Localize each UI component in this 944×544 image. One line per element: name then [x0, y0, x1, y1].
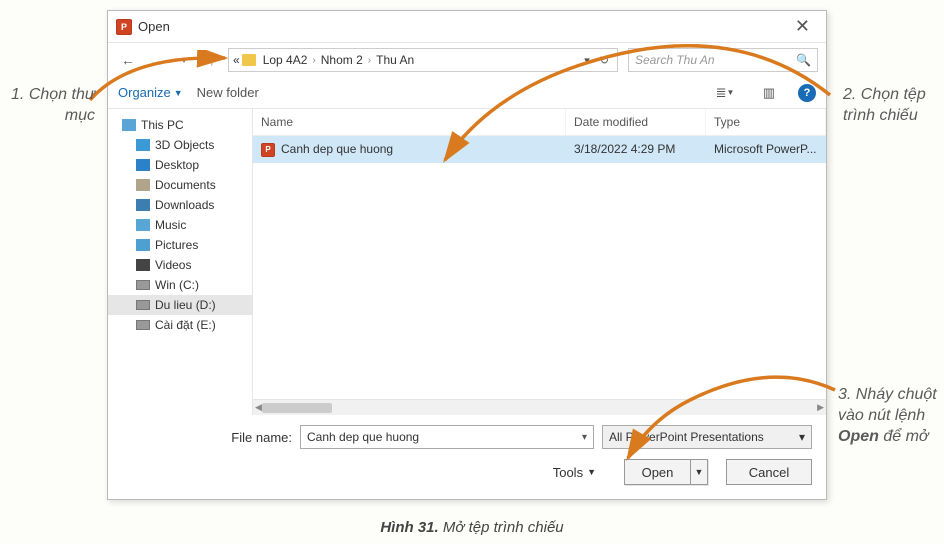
- toolbar: Organize▼ New folder ≣ ▼ ▥ ?: [108, 77, 826, 109]
- tree-item-c-i-t-e-[interactable]: Cài đặt (E:): [108, 315, 252, 335]
- annotation-2: 2. Chọn tệp trình chiếu: [843, 85, 938, 127]
- chevron-down-icon[interactable]: ▾: [582, 432, 587, 443]
- tree-item-label: Music: [155, 218, 186, 232]
- open-dropdown-button[interactable]: ▼: [690, 459, 708, 485]
- tree-item-pictures[interactable]: Pictures: [108, 235, 252, 255]
- tree-item-videos[interactable]: Videos: [108, 255, 252, 275]
- search-icon: 🔍: [796, 53, 811, 67]
- breadcrumb-seg-2[interactable]: Nhom 2: [318, 53, 366, 67]
- filename-input[interactable]: Canh dep que huong ▾: [300, 425, 594, 449]
- tree-item-3d-objects[interactable]: 3D Objects: [108, 135, 252, 155]
- annotation-1: 1. Chọn thư mục: [3, 85, 95, 127]
- column-date[interactable]: Date modified: [566, 109, 706, 135]
- desk-icon: [136, 159, 150, 171]
- tree-item-label: Cài đặt (E:): [155, 318, 216, 332]
- breadcrumb-dropdown[interactable]: ▾: [580, 54, 594, 67]
- chevron-down-icon: ▾: [799, 430, 805, 444]
- scroll-thumb[interactable]: [262, 403, 332, 413]
- filename-label: File name:: [122, 430, 292, 445]
- drv-icon: [136, 280, 150, 290]
- view-mode-button[interactable]: ≣ ▼: [710, 82, 740, 104]
- organize-menu[interactable]: Organize▼: [118, 85, 183, 100]
- chevron-right-icon: ›: [368, 55, 371, 66]
- list-header: Name Date modified Type: [253, 109, 826, 136]
- figure-caption: Hình 31. Mở tệp trình chiếu: [0, 519, 944, 536]
- dialog-title: Open: [138, 19, 787, 34]
- file-type-filter[interactable]: All PowerPoint Presentations ▾: [602, 425, 812, 449]
- tools-menu[interactable]: Tools▼: [553, 465, 596, 480]
- 3d-icon: [136, 139, 150, 151]
- nav-row: ← → ▾ ↑ « Lop 4A2 › Nhom 2 › Thu An ▾ ↻ …: [108, 43, 826, 77]
- tree-item-label: Pictures: [155, 238, 198, 252]
- tree-item-desktop[interactable]: Desktop: [108, 155, 252, 175]
- column-type[interactable]: Type: [706, 109, 826, 135]
- tree-item-label: Documents: [155, 178, 216, 192]
- recent-dropdown[interactable]: ▾: [172, 48, 196, 72]
- tree-item-this-pc[interactable]: This PC: [108, 115, 252, 135]
- breadcrumb[interactable]: « Lop 4A2 › Nhom 2 › Thu An ▾ ↻: [228, 48, 618, 72]
- forward-button[interactable]: →: [144, 48, 168, 72]
- chevron-down-icon: ▼: [587, 467, 596, 477]
- pc-icon: [122, 119, 136, 131]
- powerpoint-icon: P: [116, 19, 132, 35]
- drv-icon: [136, 300, 150, 310]
- column-name[interactable]: Name: [253, 109, 566, 135]
- tree-item-documents[interactable]: Documents: [108, 175, 252, 195]
- folder-tree: This PC 3D Objects Desktop Documents Downloa…: [108, 109, 253, 415]
- open-dialog: P Open ✕ ← → ▾ ↑ « Lop 4A2 › Nhom 2 › Th…: [107, 10, 827, 500]
- tree-item-music[interactable]: Music: [108, 215, 252, 235]
- chevron-right-icon: ›: [312, 55, 315, 66]
- tree-item-label: 3D Objects: [155, 138, 214, 152]
- dialog-footer: File name: Canh dep que huong ▾ All Powe…: [108, 415, 826, 499]
- tree-item-label: Videos: [155, 258, 191, 272]
- scroll-left-icon[interactable]: ◀: [255, 402, 262, 413]
- file-list-area: Name Date modified Type PCanh dep que hu…: [253, 109, 826, 415]
- tree-item-label: Win (C:): [155, 278, 199, 292]
- breadcrumb-overflow[interactable]: «: [233, 53, 240, 67]
- vid-icon: [136, 259, 150, 271]
- file-date-cell: 3/18/2022 4:29 PM: [566, 136, 706, 162]
- open-button[interactable]: Open: [624, 459, 690, 485]
- drv-icon: [136, 320, 150, 330]
- chevron-down-icon: ▼: [174, 88, 183, 98]
- search-placeholder: Search Thu An: [635, 53, 715, 67]
- pptx-icon: P: [261, 143, 275, 157]
- file-row[interactable]: PCanh dep que huong3/18/2022 4:29 PMMicr…: [253, 136, 826, 163]
- file-type-cell: Microsoft PowerP...: [706, 136, 826, 162]
- file-name-cell: PCanh dep que huong: [253, 136, 566, 163]
- back-button[interactable]: ←: [116, 48, 140, 72]
- close-button[interactable]: ✕: [787, 16, 818, 37]
- tree-item-label: This PC: [141, 118, 184, 132]
- search-input[interactable]: Search Thu An 🔍: [628, 48, 818, 72]
- tree-item-label: Desktop: [155, 158, 199, 172]
- horizontal-scrollbar[interactable]: ◀ ▶: [253, 399, 826, 415]
- pic-icon: [136, 239, 150, 251]
- mus-icon: [136, 219, 150, 231]
- new-folder-button[interactable]: New folder: [197, 85, 259, 100]
- tree-item-label: Downloads: [155, 198, 214, 212]
- chevron-down-icon: ▼: [695, 467, 704, 477]
- tree-item-win-c-[interactable]: Win (C:): [108, 275, 252, 295]
- tree-item-label: Du lieu (D:): [155, 298, 216, 312]
- tree-item-du-lieu-d-[interactable]: Du lieu (D:): [108, 295, 252, 315]
- annotation-3: 3. Nháy chuột vào nút lệnh Open để mở: [838, 385, 938, 447]
- titlebar: P Open ✕: [108, 11, 826, 43]
- help-button[interactable]: ?: [798, 84, 816, 102]
- breadcrumb-seg-1[interactable]: Lop 4A2: [260, 53, 311, 67]
- preview-pane-button[interactable]: ▥: [754, 82, 784, 104]
- up-button[interactable]: ↑: [200, 48, 224, 72]
- cancel-button[interactable]: Cancel: [726, 459, 812, 485]
- file-rows: PCanh dep que huong3/18/2022 4:29 PMMicr…: [253, 136, 826, 399]
- breadcrumb-seg-3[interactable]: Thu An: [373, 53, 417, 67]
- folder-icon: [242, 54, 256, 66]
- tree-item-downloads[interactable]: Downloads: [108, 195, 252, 215]
- doc-icon: [136, 179, 150, 191]
- refresh-button[interactable]: ↻: [596, 54, 613, 67]
- scroll-right-icon[interactable]: ▶: [817, 402, 824, 413]
- dl-icon: [136, 199, 150, 211]
